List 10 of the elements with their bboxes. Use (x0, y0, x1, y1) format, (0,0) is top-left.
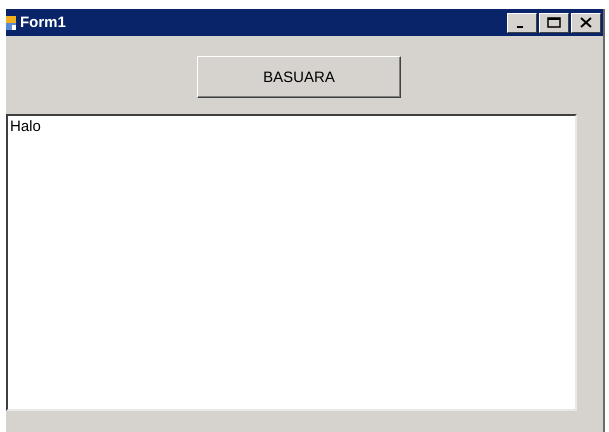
minimize-icon (516, 26, 522, 28)
close-button[interactable] (571, 12, 601, 32)
minimize-button[interactable] (507, 12, 537, 32)
maximize-button[interactable] (539, 12, 569, 32)
window-title: Form1 (20, 14, 67, 31)
window-icon (6, 14, 16, 30)
close-icon (578, 16, 594, 29)
basuara-button[interactable]: BASUARA (197, 56, 401, 98)
text-area[interactable]: Halo (6, 114, 577, 411)
maximize-icon (546, 16, 562, 29)
